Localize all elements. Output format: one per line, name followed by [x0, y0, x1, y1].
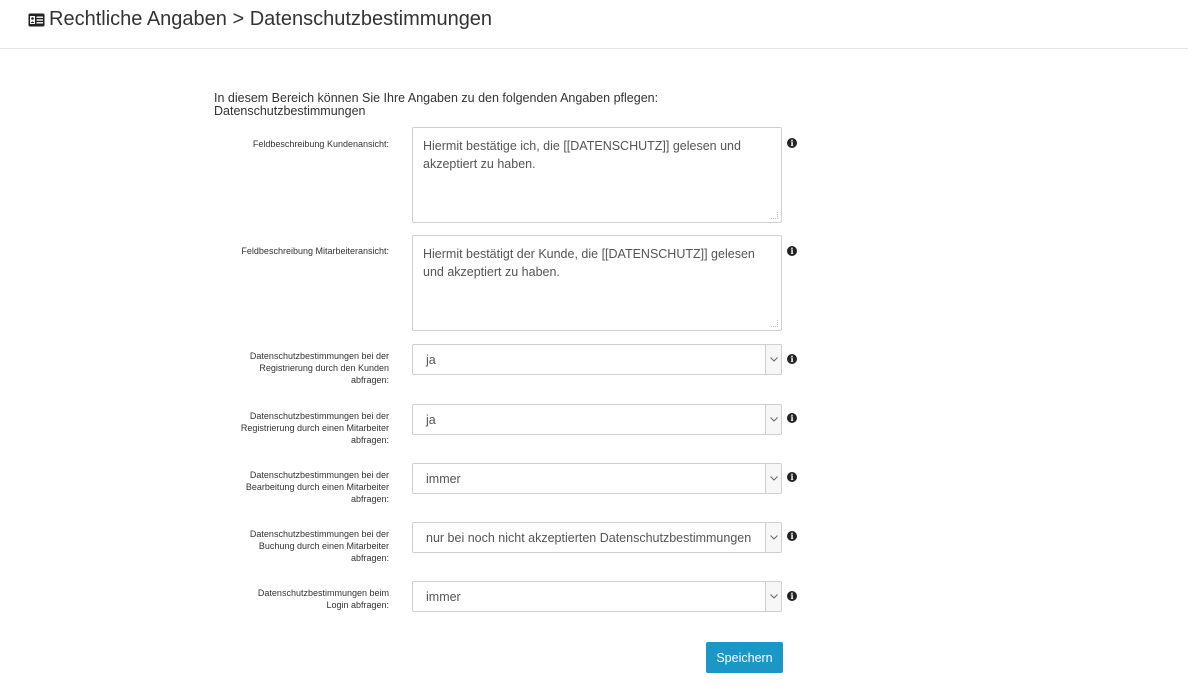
select-registrierung-mitarbeiter[interactable]: ja: [412, 404, 782, 435]
label-line: Datenschutzbestimmungen bei der: [249, 529, 389, 539]
info-icon[interactable]: i: [787, 413, 797, 423]
select-value: ja: [426, 413, 436, 427]
label-line: Login abfragen:: [326, 600, 389, 610]
select-value: nur bei noch nicht akzeptierten Datensch…: [426, 531, 752, 545]
chevron-down-icon[interactable]: [765, 523, 781, 552]
label-kundenansicht: Feldbeschreibung Kundenansicht:: [252, 139, 389, 149]
label-line: Datenschutzbestimmungen beim: [257, 588, 389, 598]
intro-line-2: Datenschutzbestimmungen: [214, 104, 366, 118]
save-button[interactable]: Speichern: [706, 642, 783, 673]
info-icon[interactable]: i: [787, 591, 797, 601]
label-login: Datenschutzbestimmungen beim Login abfra…: [189, 587, 389, 611]
info-icon[interactable]: i: [787, 138, 797, 148]
label-buchung-mitarbeiter: Datenschutzbestimmungen bei der Buchung …: [189, 528, 389, 564]
info-icon[interactable]: i: [787, 354, 797, 364]
label-registrierung-kunde: Datenschutzbestimmungen bei der Registri…: [189, 350, 389, 386]
label-line: Bearbeitung durch einen Mitarbeiter: [245, 482, 389, 492]
chevron-down-icon[interactable]: [765, 405, 781, 434]
page-header: Rechtliche Angaben > Datenschutzbestimmu…: [0, 0, 1188, 49]
chevron-down-icon[interactable]: [765, 345, 781, 374]
select-registrierung-kunde[interactable]: ja: [412, 344, 782, 375]
select-login[interactable]: immer: [412, 581, 782, 612]
select-value: immer: [426, 472, 461, 486]
label-line: abfragen:: [350, 494, 389, 504]
label-line: abfragen:: [350, 553, 389, 563]
resize-handle-icon[interactable]: [771, 320, 778, 327]
select-buchung-mitarbeiter[interactable]: nur bei noch nicht akzeptierten Datensch…: [412, 522, 782, 553]
textarea-mitarbeiteransicht[interactable]: Hiermit bestätigt der Kunde, die [[DATEN…: [412, 235, 782, 331]
info-icon[interactable]: i: [787, 531, 797, 541]
label-line: Datenschutzbestimmungen bei der: [249, 470, 389, 480]
label-line: Registrierung durch einen Mitarbeiter: [240, 423, 389, 433]
chevron-down-icon[interactable]: [765, 464, 781, 493]
textarea-kundenansicht-value: Hiermit bestätige ich, die [[DATENSCHUTZ…: [423, 139, 741, 171]
page-title: Rechtliche Angaben > Datenschutzbestimmu…: [49, 8, 493, 30]
select-value: ja: [426, 353, 436, 367]
info-icon[interactable]: i: [787, 472, 797, 482]
label-line: abfragen:: [350, 375, 389, 385]
label-line: abfragen:: [350, 435, 389, 445]
textarea-kundenansicht[interactable]: Hiermit bestätige ich, die [[DATENSCHUTZ…: [412, 127, 782, 223]
info-icon[interactable]: i: [787, 246, 797, 256]
chevron-down-icon[interactable]: [765, 582, 781, 611]
intro-text: In diesem Bereich können Sie Ihre Angabe…: [214, 92, 658, 118]
resize-handle-icon[interactable]: [771, 212, 778, 219]
label-bearbeitung-mitarbeiter: Datenschutzbestimmungen bei der Bearbeit…: [189, 469, 389, 505]
select-value: immer: [426, 590, 461, 604]
label-line: Datenschutzbestimmungen bei der: [249, 411, 389, 421]
select-bearbeitung-mitarbeiter[interactable]: immer: [412, 463, 782, 494]
label-line: Registrierung durch den Kunden: [259, 363, 389, 373]
label-mitarbeiteransicht: Feldbeschreibung Mitarbeiteransicht:: [241, 246, 389, 256]
label-line: Datenschutzbestimmungen bei der: [249, 351, 389, 361]
textarea-mitarbeiteransicht-value: Hiermit bestätigt der Kunde, die [[DATEN…: [423, 247, 755, 279]
id-card-icon: [28, 13, 45, 27]
label-registrierung-mitarbeiter: Datenschutzbestimmungen bei der Registri…: [189, 410, 389, 446]
label-line: Buchung durch einen Mitarbeiter: [258, 541, 389, 551]
